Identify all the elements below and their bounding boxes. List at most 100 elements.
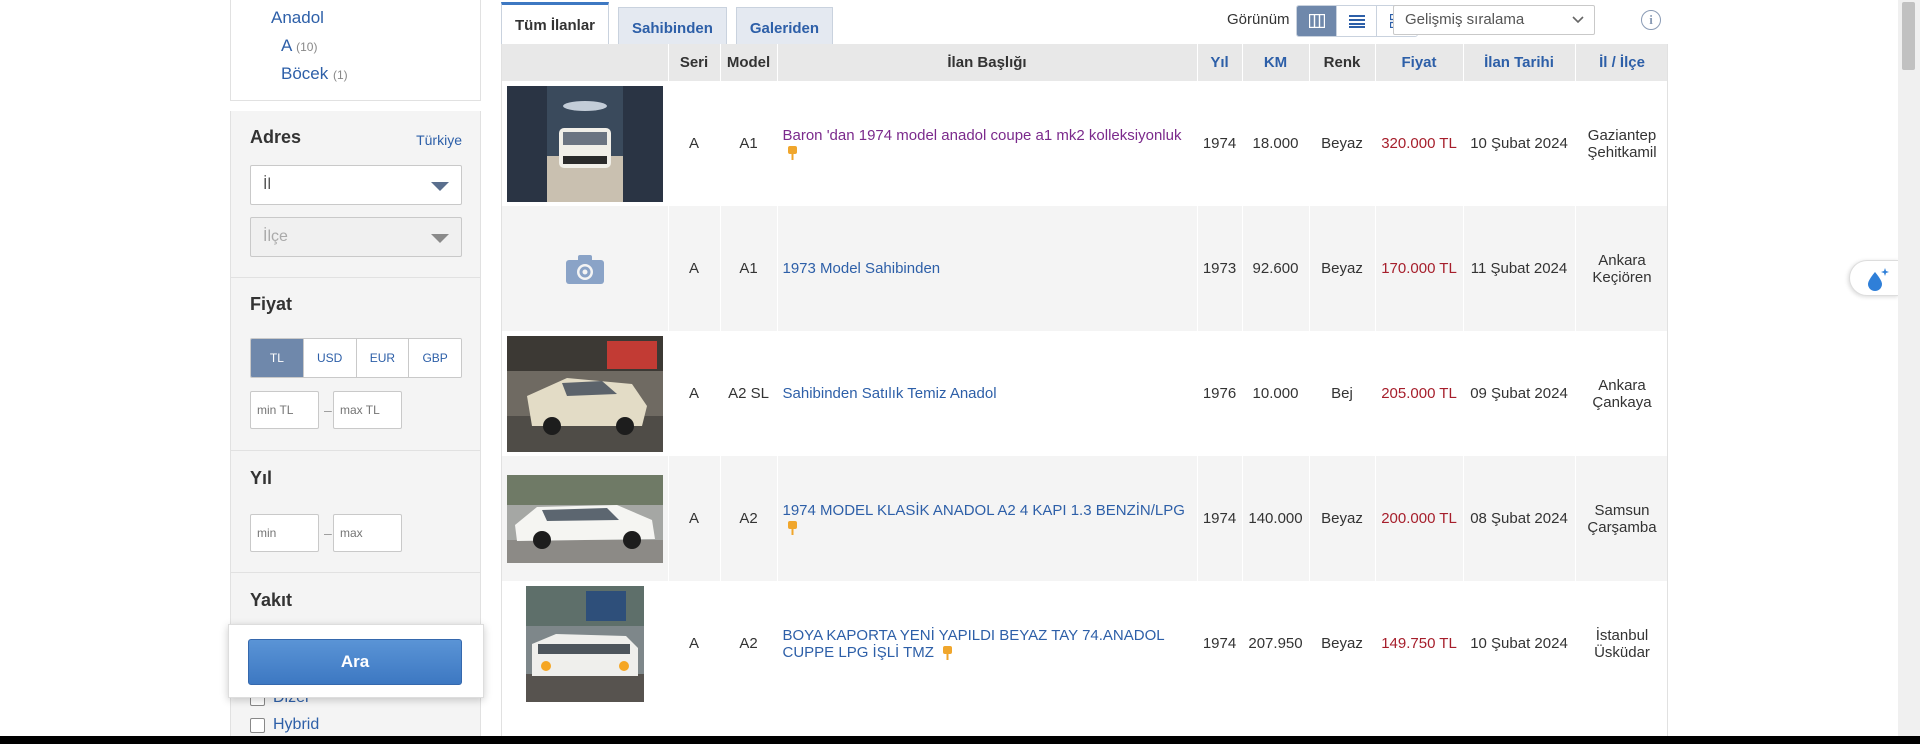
km-cell: 18.000 [1242, 81, 1310, 206]
info-icon[interactable]: i [1641, 10, 1661, 30]
checkbox[interactable] [250, 717, 265, 733]
city-select[interactable]: İl [250, 165, 462, 205]
search-button[interactable]: Ara [248, 639, 462, 685]
column-header-series[interactable]: Seri [668, 44, 721, 81]
listing-table: Seri Model İlan Başlığı Yıl KM Renk Fiya… [501, 44, 1668, 736]
listing-photo-cell[interactable] [502, 456, 669, 581]
model-cell: A2 SL [720, 331, 778, 456]
column-header-price[interactable]: Fiyat [1375, 44, 1464, 81]
year-max-input[interactable] [333, 514, 402, 552]
column-header-date[interactable]: İlan Tarihi [1463, 44, 1576, 81]
listing-title-cell[interactable]: Baron 'dan 1974 model anadol coupe a1 mk… [777, 81, 1198, 206]
price-cell: 149.750 TL [1375, 581, 1464, 706]
listing-title-cell[interactable]: 1974 MODEL KLASİK ANADOL A2 4 KAPI 1.3 B… [777, 456, 1198, 581]
currency-eur-button[interactable]: EUR [356, 339, 410, 377]
country-link[interactable]: Türkiye [416, 132, 462, 148]
column-header-year[interactable]: Yıl [1197, 44, 1243, 81]
category-label: Anadol [271, 8, 324, 27]
year-title: Yıl [250, 468, 273, 488]
listing-title-link[interactable]: Baron 'dan 1974 model anadol coupe a1 mk… [783, 127, 1182, 144]
listing-title-link[interactable]: BOYA KAPORTA YENİ YAPILDI BEYAZ TAY 74.A… [783, 627, 1165, 661]
fuel-title: Yakıt [250, 590, 293, 610]
page-scrollbar[interactable] [1898, 0, 1920, 736]
listing-photo-cell[interactable] [502, 331, 669, 456]
table-row[interactable]: A A2 BOYA KAPORTA YENİ YAPILDI BEYAZ TAY… [502, 581, 1667, 706]
car-photo-thumbnail[interactable] [525, 585, 644, 702]
table-view-button[interactable] [1297, 6, 1337, 36]
date-cell: 10 Şubat 2024 [1463, 581, 1576, 706]
listing-title-cell[interactable]: BOYA KAPORTA YENİ YAPILDI BEYAZ TAY 74.A… [777, 581, 1198, 706]
year-cell: 1974 [1197, 581, 1243, 706]
city-text: Gaziantep [1587, 126, 1657, 144]
color-cell: Bej [1309, 331, 1376, 456]
table-row[interactable]: A A2 1974 MODEL KLASİK ANADOL A2 4 KAPI … [502, 456, 1667, 581]
car-photo-thumbnail[interactable] [506, 335, 663, 452]
location-cell: Ankara Keçiören [1575, 206, 1667, 331]
tab-all-listings[interactable]: Tüm İlanlar [501, 2, 610, 47]
column-header-location[interactable]: İl / İlçe [1575, 44, 1667, 81]
search-floating-panel: Ara [228, 624, 484, 698]
car-photo-thumbnail[interactable] [506, 474, 663, 563]
date-cell: 08 Şubat 2024 [1463, 456, 1576, 581]
listing-title-link[interactable]: Sahibinden Satılık Temiz Anadol [783, 385, 997, 402]
location-cell: Gaziantep Şehitkamil [1575, 81, 1667, 206]
scrollbar-thumb[interactable] [1902, 2, 1915, 70]
currency-usd-button[interactable]: USD [303, 339, 357, 377]
series-cell: A [668, 81, 721, 206]
price-cell: 205.000 TL [1375, 331, 1464, 456]
currency-gbp-button[interactable]: GBP [409, 339, 461, 377]
dropdown-caret-icon [431, 234, 449, 243]
district-text: Şehitkamil [1587, 143, 1657, 161]
listing-title-cell[interactable]: Sahibinden Satılık Temiz Anadol [777, 331, 1198, 456]
table-row[interactable]: A A1 Baron 'dan 1974 model anadol coupe … [502, 81, 1667, 206]
year-min-input[interactable] [250, 514, 319, 552]
dropdown-caret-icon [431, 182, 449, 191]
year-separator: – [324, 525, 332, 541]
listing-photo-cell[interactable] [502, 81, 669, 206]
price-max-input[interactable] [333, 391, 402, 429]
district-select-value: İlçe [263, 228, 288, 245]
district-text: Üsküdar [1594, 643, 1650, 661]
district-select[interactable]: İlçe [250, 217, 462, 257]
table-row[interactable]: A A2 SL Sahibinden Satılık Temiz Anadol … [502, 331, 1667, 456]
price-cell: 200.000 TL [1375, 456, 1464, 581]
km-cell: 92.600 [1242, 206, 1310, 331]
listing-photo-cell[interactable] [502, 581, 669, 706]
table-row[interactable]: A A1 1973 Model Sahibinden 1973 92.600 B… [502, 206, 1667, 331]
tab-from-dealer[interactable]: Galeriden [735, 7, 834, 47]
car-photo-thumbnail[interactable] [506, 85, 663, 202]
divider [231, 450, 481, 451]
listing-photo-cell[interactable] [502, 206, 669, 331]
table-header-row: Seri Model İlan Başlığı Yıl KM Renk Fiya… [502, 44, 1667, 81]
column-header-color: Renk [1309, 44, 1376, 81]
category-item-a[interactable]: A (10) [281, 36, 317, 56]
pin-icon [943, 645, 953, 660]
date-cell: 10 Şubat 2024 [1463, 81, 1576, 206]
floating-assistant-widget[interactable] [1849, 260, 1899, 296]
date-cell: 09 Şubat 2024 [1463, 331, 1576, 456]
category-item-bocek[interactable]: Böcek (1) [281, 64, 348, 84]
year-cell: 1974 [1197, 456, 1243, 581]
listing-title-cell[interactable]: 1973 Model Sahibinden [777, 206, 1198, 331]
list-view-button[interactable] [1337, 6, 1377, 36]
location-cell: Samsun Çarşamba [1575, 456, 1667, 581]
column-header-model[interactable]: Model [720, 44, 778, 81]
currency-tl-button[interactable]: TL [251, 339, 304, 377]
tab-from-owner[interactable]: Sahibinden [618, 7, 727, 47]
listing-title-link[interactable]: 1974 MODEL KLASİK ANADOL A2 4 KAPI 1.3 B… [783, 502, 1185, 519]
bottom-bar [0, 736, 1920, 744]
city-text: Ankara [1598, 251, 1646, 269]
fuel-option-hybrid[interactable]: Hybrid [250, 716, 319, 734]
price-min-input[interactable] [250, 391, 319, 429]
category-item-anadol[interactable]: Anadol [271, 8, 324, 28]
km-cell: 140.000 [1242, 456, 1310, 581]
sort-select[interactable]: Gelişmiş sıralama [1393, 5, 1595, 35]
category-count: (1) [332, 68, 348, 82]
column-header-km[interactable]: KM [1242, 44, 1310, 81]
table-view-icon [1308, 14, 1325, 28]
year-cell: 1974 [1197, 81, 1243, 206]
listing-title-link[interactable]: 1973 Model Sahibinden [783, 260, 941, 277]
district-text: Çankaya [1592, 393, 1652, 411]
water-drop-sparkle-icon [1868, 268, 1889, 291]
series-cell: A [668, 206, 721, 331]
